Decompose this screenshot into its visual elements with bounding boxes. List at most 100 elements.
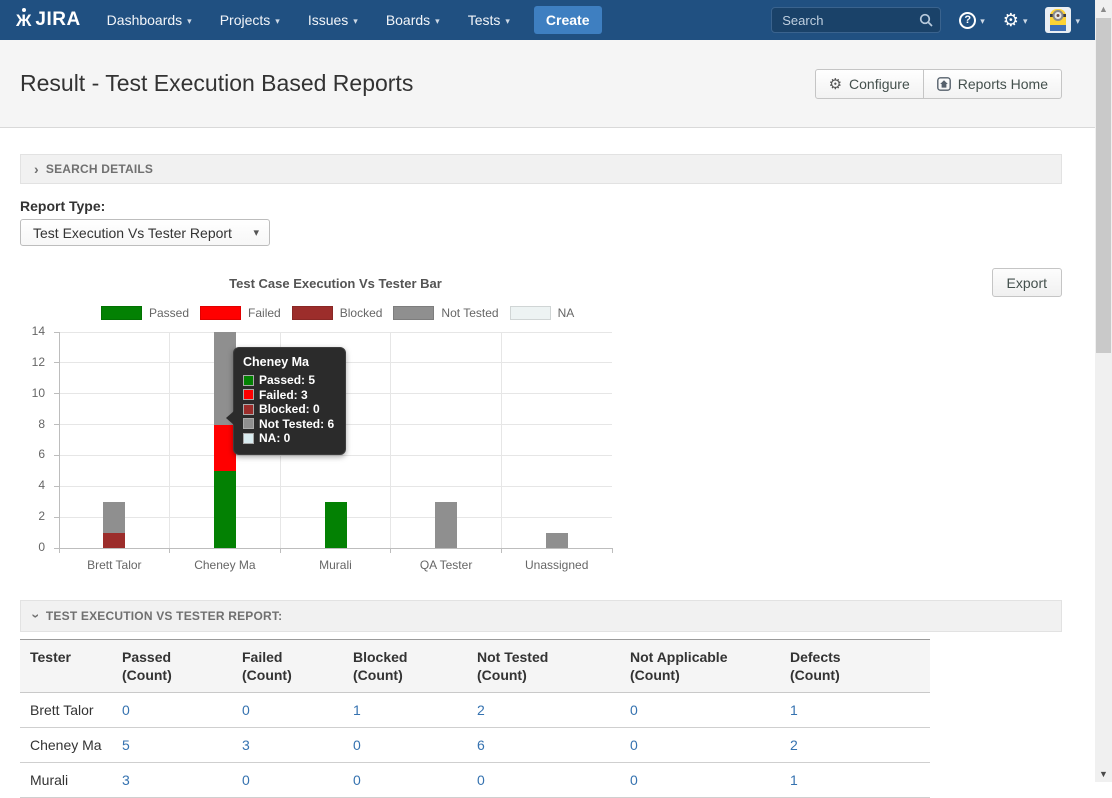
tooltip-swatch xyxy=(243,418,254,429)
x-axis-tick xyxy=(390,549,391,553)
tester-name-cell: Murali xyxy=(20,763,112,798)
bar-segment-murali-passed[interactable] xyxy=(325,502,347,548)
count-link[interactable]: 0 xyxy=(630,737,638,753)
count-link[interactable]: 3 xyxy=(242,737,250,753)
report-section-header[interactable]: › TEST EXECUTION VS TESTER REPORT: xyxy=(20,600,1062,632)
count-link[interactable]: 0 xyxy=(242,702,250,718)
nav-item-tests[interactable]: Tests▾ xyxy=(468,12,510,28)
tooltip-row-blocked: Blocked: 0 xyxy=(243,402,334,417)
tooltip-text: Failed: 3 xyxy=(259,388,308,403)
nav-item-boards[interactable]: Boards ▾ xyxy=(386,12,440,28)
vertical-scrollbar: ▲ ▼ xyxy=(1095,0,1112,782)
configure-button[interactable]: ⚙ Configure xyxy=(815,69,924,99)
jira-charlie-icon: Ж xyxy=(16,12,31,29)
gridline xyxy=(59,332,612,333)
nav-item-label: Dashboards xyxy=(107,12,183,28)
x-axis-tick xyxy=(501,549,502,553)
bar-segment-cheney-ma-passed[interactable] xyxy=(214,471,236,548)
count-cell: 3 xyxy=(232,728,343,763)
count-link[interactable]: 2 xyxy=(790,737,798,753)
legend-swatch xyxy=(292,306,333,320)
export-button[interactable]: Export xyxy=(992,268,1062,297)
report-type-selected: Test Execution Vs Tester Report xyxy=(33,225,232,241)
bar-segment-qa-tester-not-tested[interactable] xyxy=(435,502,457,548)
nav-item-label: Issues xyxy=(308,12,348,28)
nav-item-issues[interactable]: Issues ▾ xyxy=(308,12,358,28)
count-link[interactable]: 6 xyxy=(477,737,485,753)
chart-tooltip: Cheney Ma Passed: 5Failed: 3Blocked: 0No… xyxy=(233,347,346,455)
tester-report-table: TesterPassed(Count)Failed(Count)Blocked(… xyxy=(20,639,930,798)
count-link[interactable]: 0 xyxy=(353,737,361,753)
count-cell: 1 xyxy=(780,693,930,728)
help-menu[interactable]: ? ▾ xyxy=(959,12,985,29)
x-axis-category-label: Murali xyxy=(280,558,391,572)
column-header-failed: Failed(Count) xyxy=(232,640,343,693)
chevron-down-icon: ▾ xyxy=(435,16,440,27)
count-link[interactable]: 1 xyxy=(790,702,798,718)
count-cell: 5 xyxy=(112,728,232,763)
y-axis-tick-label: 10 xyxy=(9,386,45,400)
report-type-dropdown[interactable]: Test Execution Vs Tester Report ▾ xyxy=(20,219,270,246)
tooltip-row-not-tested: Not Tested: 6 xyxy=(243,417,334,432)
chart-block: Test Case Execution Vs Tester Bar Export… xyxy=(20,268,1062,574)
column-header-line2: (Count) xyxy=(353,666,457,684)
gridline xyxy=(390,332,391,548)
create-button[interactable]: Create xyxy=(534,6,602,34)
count-link[interactable]: 1 xyxy=(353,702,361,718)
search-details-section-header[interactable]: › SEARCH DETAILS xyxy=(20,154,1062,184)
search-icon xyxy=(919,13,933,32)
column-header-line1: Tester xyxy=(30,648,102,666)
chevron-down-icon: ▾ xyxy=(1023,16,1028,27)
column-header-tester: Tester xyxy=(20,640,112,693)
legend-label: Passed xyxy=(149,306,189,320)
tooltip-row-na: NA: 0 xyxy=(243,431,334,446)
count-link[interactable]: 5 xyxy=(122,737,130,753)
count-link[interactable]: 2 xyxy=(477,702,485,718)
gear-icon: ⚙ xyxy=(1003,11,1019,29)
legend-label: Failed xyxy=(248,306,281,320)
tooltip-row-passed: Passed: 5 xyxy=(243,373,334,388)
y-axis-tick-label: 2 xyxy=(9,509,45,523)
scroll-down-button[interactable]: ▼ xyxy=(1095,765,1112,782)
column-header-line2: (Count) xyxy=(630,666,770,684)
scroll-up-button[interactable]: ▲ xyxy=(1095,0,1112,17)
reports-home-button[interactable]: Reports Home xyxy=(923,69,1062,99)
nav-item-projects[interactable]: Projects▾ xyxy=(220,12,280,28)
nav-right: ? ▾ ⚙ ▾ ▾ xyxy=(771,7,1080,33)
legend-swatch xyxy=(510,306,551,320)
user-menu[interactable]: ▾ xyxy=(1045,7,1080,33)
count-link[interactable]: 1 xyxy=(790,772,798,788)
jira-logo[interactable]: Ж JIRA xyxy=(16,9,81,31)
search-input[interactable] xyxy=(771,7,941,33)
count-cell: 6 xyxy=(467,728,620,763)
count-link[interactable]: 0 xyxy=(477,772,485,788)
chevron-down-icon: ▾ xyxy=(353,16,358,27)
page: Ж JIRA Dashboards▾Projects▾Issues▾Boards… xyxy=(0,0,1095,798)
brand-name: JIRA xyxy=(35,9,80,31)
count-link[interactable]: 0 xyxy=(353,772,361,788)
count-link[interactable]: 0 xyxy=(242,772,250,788)
column-header-line2: (Count) xyxy=(790,666,920,684)
bar-segment-unassigned-not-tested[interactable] xyxy=(546,533,568,548)
nav-item-dashboards[interactable]: Dashboards▾ xyxy=(107,12,192,28)
x-axis-category-label: QA Tester xyxy=(391,558,502,572)
bar-segment-brett-talor-not-tested[interactable] xyxy=(103,502,125,533)
nav-item-label: Boards xyxy=(386,12,430,28)
gridline xyxy=(59,486,612,487)
table-row-brett-talor: Brett Talor001201 xyxy=(20,693,930,728)
gridline xyxy=(169,332,170,548)
count-link[interactable]: 3 xyxy=(122,772,130,788)
bar-segment-brett-talor-blocked[interactable] xyxy=(103,533,125,548)
count-link[interactable]: 0 xyxy=(630,772,638,788)
admin-menu[interactable]: ⚙ ▾ xyxy=(1003,11,1028,29)
y-axis-tick-label: 8 xyxy=(9,417,45,431)
chart-legend: PassedFailedBlockedNot TestedNA xyxy=(101,306,574,320)
count-link[interactable]: 0 xyxy=(630,702,638,718)
count-link[interactable]: 0 xyxy=(122,702,130,718)
user-avatar xyxy=(1045,7,1071,33)
scrollbar-thumb[interactable] xyxy=(1096,18,1111,353)
y-axis-tick-label: 0 xyxy=(9,540,45,554)
count-cell: 1 xyxy=(343,693,467,728)
legend-swatch xyxy=(200,306,241,320)
column-header-blocked: Blocked(Count) xyxy=(343,640,467,693)
